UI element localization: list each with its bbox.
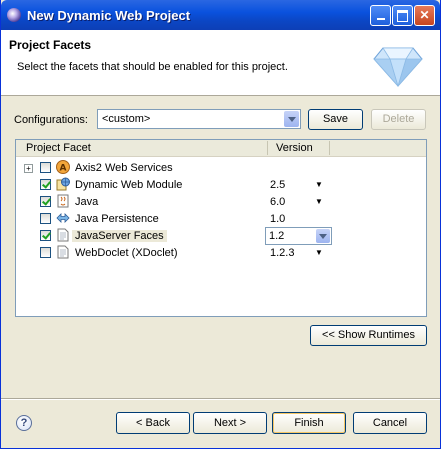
maximize-button[interactable] (392, 5, 413, 26)
close-button[interactable]: ✕ (414, 5, 435, 26)
table-row[interactable]: JavaServer Faces 1.2 (16, 227, 426, 245)
facet-name: Java Persistence (75, 213, 159, 225)
document-icon (57, 228, 69, 242)
facet-version: 6.0 (270, 196, 286, 208)
window-title: New Dynamic Web Project (27, 8, 191, 23)
column-header-version[interactable]: Version (276, 142, 313, 154)
expand-icon[interactable]: + (24, 164, 33, 173)
next-button[interactable]: Next > (193, 412, 267, 434)
facet-checkbox[interactable] (40, 196, 51, 207)
version-dropdown-icon[interactable]: ▼ (315, 248, 323, 257)
table-row[interactable]: Dynamic Web Module 2.5 ▼ (16, 177, 426, 194)
facet-name: Java (75, 196, 99, 208)
chevron-down-icon[interactable] (284, 111, 299, 127)
back-button[interactable]: < Back (116, 412, 190, 434)
dialog-window: New Dynamic Web Project ✕ Project Facets… (0, 0, 441, 449)
table-row[interactable]: + A Axis2 Web Services (16, 160, 426, 177)
close-icon: ✕ (419, 8, 430, 22)
facet-version: 1.2.3 (270, 247, 295, 259)
gem-icon (373, 47, 423, 87)
facet-version: 1.0 (270, 213, 286, 225)
facet-name: WebDoclet (XDoclet) (75, 247, 178, 259)
table-row[interactable]: WebDoclet (XDoclet) 1.2.3 ▼ (16, 245, 426, 262)
finish-button[interactable]: Finish (272, 412, 346, 434)
configurations-value: <custom> (102, 113, 151, 125)
help-icon[interactable]: ? (16, 415, 32, 431)
web-module-icon (56, 177, 70, 191)
facet-checkbox[interactable] (40, 230, 51, 241)
facet-name: Axis2 Web Services (75, 162, 173, 174)
column-separator[interactable] (329, 141, 330, 155)
show-runtimes-button[interactable]: << Show Runtimes (310, 325, 427, 346)
svg-text:A: A (60, 164, 67, 174)
cancel-button[interactable]: Cancel (353, 412, 427, 434)
delete-button[interactable]: Delete (371, 109, 426, 130)
table-header: Project Facet Version (16, 140, 426, 157)
page-description: Select the facets that should be enabled… (17, 61, 288, 73)
configurations-label: Configurations: (14, 114, 88, 126)
facet-checkbox[interactable] (40, 179, 51, 190)
eclipse-icon (7, 8, 21, 22)
title-bar[interactable]: New Dynamic Web Project ✕ (1, 0, 440, 30)
facets-table[interactable]: Project Facet Version + A Axis2 Web Serv… (15, 139, 427, 317)
chevron-down-icon[interactable] (316, 229, 330, 243)
facet-name: JavaServer Faces (72, 230, 167, 242)
page-title: Project Facets (9, 38, 92, 52)
minimize-icon (376, 18, 385, 20)
minimize-button[interactable] (370, 5, 391, 26)
facet-checkbox[interactable] (40, 247, 51, 258)
document-icon (57, 245, 69, 259)
facet-checkbox[interactable] (40, 213, 51, 224)
table-row[interactable]: Java Persistence 1.0 (16, 211, 426, 228)
version-dropdown-icon[interactable]: ▼ (315, 180, 323, 189)
facet-version: 1.2 (269, 230, 285, 242)
facet-name: Dynamic Web Module (75, 179, 183, 191)
facet-version: 2.5 (270, 179, 286, 191)
java-icon (57, 194, 69, 208)
table-row[interactable]: Java 6.0 ▼ (16, 194, 426, 211)
column-header-facet[interactable]: Project Facet (26, 142, 91, 154)
maximize-icon (397, 10, 408, 22)
persistence-icon (56, 213, 70, 223)
separator (1, 398, 440, 400)
facet-checkbox[interactable] (40, 162, 51, 173)
wizard-header: Project Facets Select the facets that sh… (1, 30, 440, 96)
column-separator[interactable] (267, 141, 268, 155)
configurations-combo[interactable]: <custom> (97, 109, 301, 129)
version-dropdown-icon[interactable]: ▼ (315, 197, 323, 206)
axis2-icon: A (56, 160, 70, 174)
version-combo[interactable]: 1.2 (265, 227, 332, 245)
save-button[interactable]: Save (308, 109, 363, 130)
